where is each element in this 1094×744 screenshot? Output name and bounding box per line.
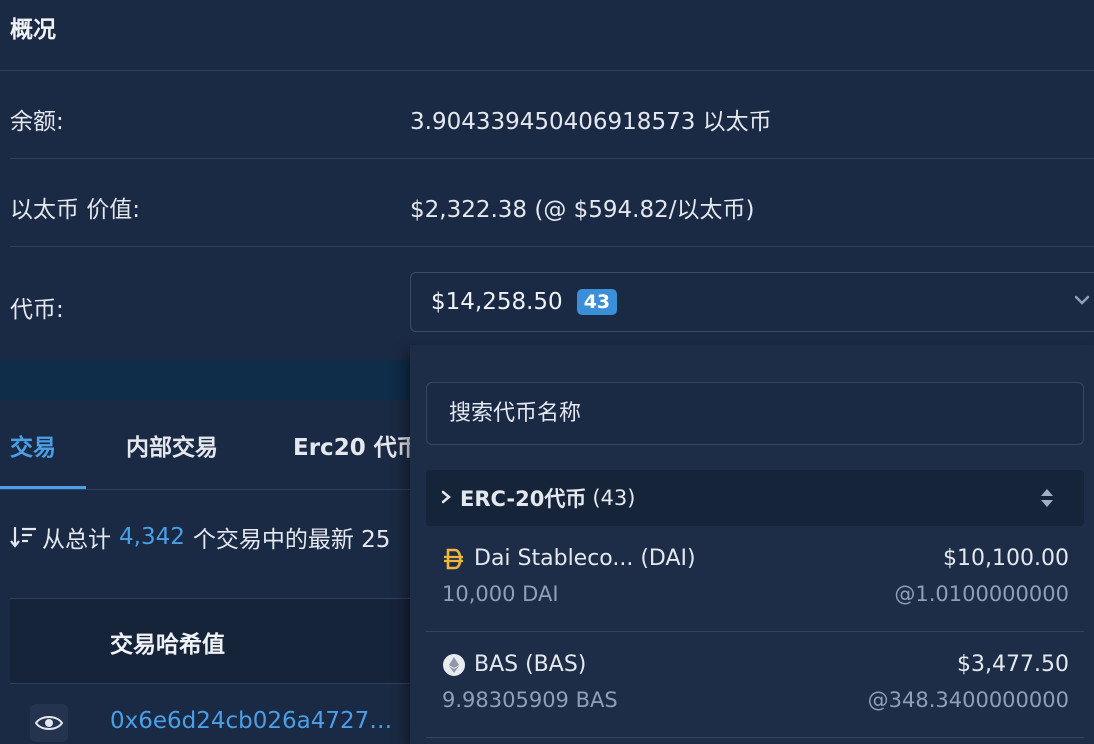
overview-title: 概况 [10,17,56,43]
token-dropdown-panel: ERC-20代币 (43) Dai Stableco... (DAI) $10,… [410,345,1094,744]
erc20-group-header[interactable]: ERC-20代币 (43) [426,470,1084,526]
token-value: $10,100.00 [943,546,1069,571]
chevron-down-icon [1074,295,1090,305]
chevron-right-icon [441,490,451,504]
token-row-dai[interactable]: Dai Stableco... (DAI) $10,100.00 10,000 … [426,532,1084,624]
tabs-backdrop [0,360,410,400]
divider [0,70,1094,71]
token-search-input[interactable] [447,400,1083,427]
eth-token-icon [443,654,465,676]
sort-descending-icon [10,527,36,548]
token-rate: @348.3400000000 [867,688,1069,712]
eth-value: $2,322.38 (@ $594.82/以太币) [410,197,755,223]
eth-value-label: 以太币 价值: [10,197,141,223]
token-row-bas[interactable]: BAS (BAS) $3,477.50 9.98305909 BAS @348.… [426,638,1084,730]
tab-erc20-tokens[interactable]: Erc20 代币 [293,428,410,462]
tokens-total-value: $14,258.50 [431,289,563,315]
balance-value: 3.904339450406918573 以太币 [410,109,772,135]
total-transactions-link[interactable]: 4,342 [119,524,185,550]
column-header-tx-hash: 交易哈希值 [110,632,225,658]
summary-suffix: 个交易中的最新 25 [192,527,391,553]
dai-icon [444,548,463,570]
divider [10,246,1094,247]
tokens-label: 代币: [10,297,64,323]
token-rate: @1.0100000000 [894,582,1069,606]
view-details-button[interactable] [30,704,68,742]
token-search-box[interactable] [426,382,1084,445]
transactions-summary: 从总计 4,342 个交易中的最新 25 [10,520,410,554]
tokens-count-badge: 43 [576,289,618,315]
divider [426,737,1084,738]
divider [426,631,1084,632]
summary-prefix: 从总计 [42,527,111,553]
sort-icon[interactable] [1040,487,1054,509]
token-name: Dai Stableco... (DAI) [474,546,696,571]
token-quantity: 10,000 DAI [442,582,559,606]
tab-bar: 交易 内部交易 Erc20 代币 [0,402,410,490]
token-quantity: 9.98305909 BAS [442,688,618,712]
balance-label: 余额: [10,109,64,135]
group-title: ERC-20代币 [460,487,587,511]
transactions-table-header: 交易哈希值 [10,598,410,684]
divider [0,489,410,490]
eye-icon [35,716,63,730]
group-count: (43) [592,486,636,510]
token-value: $3,477.50 [957,652,1069,677]
tx-hash-link[interactable]: 0x6e6d24cb026a4727… [110,708,392,734]
token-holdings-dropdown[interactable]: $14,258.50 43 [410,272,1094,332]
tab-transactions[interactable]: 交易 [10,428,56,462]
divider [10,158,1094,159]
tab-internal-transactions[interactable]: 内部交易 [126,428,218,462]
token-name: BAS (BAS) [474,652,587,677]
